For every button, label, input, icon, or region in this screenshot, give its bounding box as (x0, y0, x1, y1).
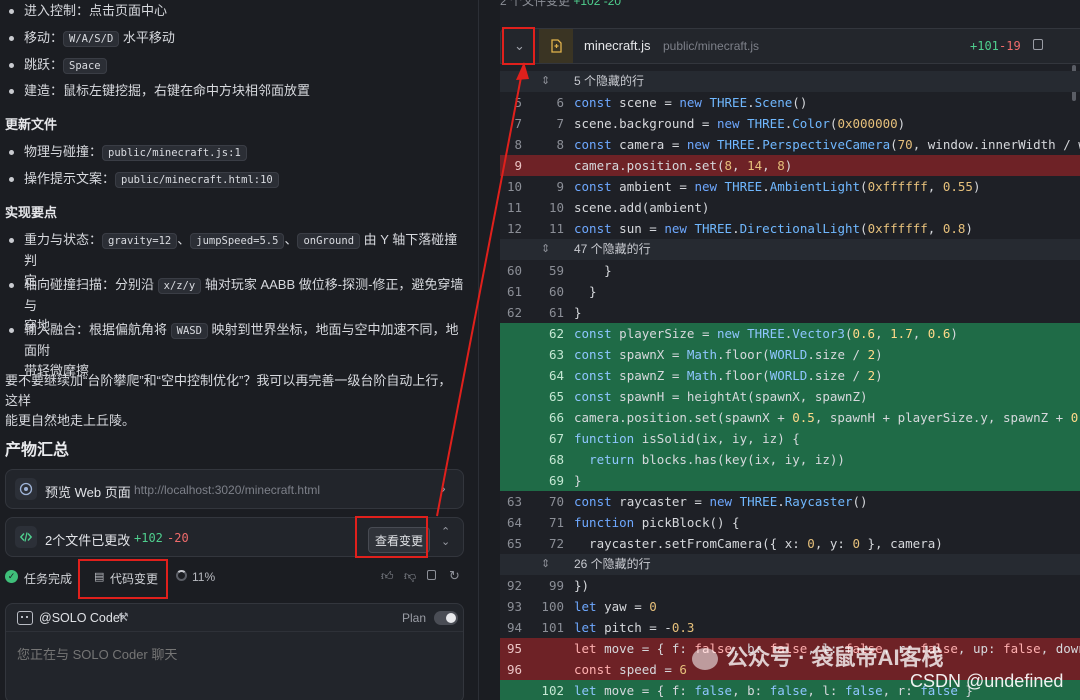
diff-line-added: 62 const playerSize = new THREE.Vector3(0… (500, 323, 1080, 344)
bullet-enter-control: 进入控制：点击页面中心 (8, 1, 167, 21)
diff-line: 60 59 } (506, 263, 612, 278)
copy-path-icon[interactable] (1033, 39, 1043, 50)
hidden-lines-row[interactable]: ⇕ 47 个隐藏的行 (500, 239, 1080, 260)
diff-line-added: 67 function isSolid(ix, iy, iz) { (500, 428, 1080, 449)
diff-line: 12 11 const sun = new THREE.DirectionalLig… (506, 221, 973, 236)
heading-implementation: 实现要点 (5, 205, 58, 220)
preview-label: 预览 Web 页面 (45, 485, 131, 500)
expand-icon[interactable]: ⇕ (541, 239, 550, 260)
diff-body: ⇕ 5 个隐藏的行 5 6 const scene = new THREE.Scene… (500, 71, 1080, 700)
diff-line-removed: 95 let move = { f: false, b: false, l: fa… (500, 638, 1080, 659)
added-count: +102 (134, 531, 163, 545)
file-tab[interactable] (539, 29, 573, 63)
diff-line-removed: 9 camera.position.set(8, 14, 8) (500, 155, 1080, 176)
diff-line: 61 60 } (506, 284, 597, 299)
preview-card[interactable]: 预览 Web 页面 http://localhost:3020/minecraf… (5, 469, 464, 509)
diff-line: 93 100 let yaw = 0 (506, 599, 657, 614)
diff-line-added: 68 return blocks.has(key(ix, iy, iz)) (500, 449, 1080, 470)
panel-divider[interactable] (478, 0, 500, 700)
hidden-lines-row[interactable]: ⇕ 26 个隐藏的行 (500, 554, 1080, 575)
diff-summary: 2 个文件变更 +102 -20 (500, 0, 622, 8)
diff-panel: 2 个文件变更 +102 -20 ⌄ minecraft.js public/m… (500, 0, 1080, 700)
status-row: ✓ 任务完成 ▤ 代码变更 11% 👍︎ 👎︎ ↻ (5, 566, 464, 588)
heading-update-files: 更新文件 (5, 117, 58, 132)
file-path: public/minecraft.js (663, 39, 760, 53)
chat-panel: 进入控制：点击页面中心 移动： W/A/S/D 水平移动 跳跃： Space 建造：… (0, 0, 478, 700)
check-icon: ✓ (5, 570, 18, 583)
diff-line: 94 101 let pitch = -0.3 (506, 620, 695, 635)
file-link[interactable]: public/minecraft.js:1 (102, 145, 247, 161)
chat-composer: @SOLO Coder ⚒ Plan (5, 603, 464, 700)
diff-line: 7 7 scene.background = new THREE.Color(0x0… (514, 116, 906, 131)
inline-code: Space (63, 58, 107, 74)
diff-line: 8 8 const camera = new THREE.PerspectiveCa… (514, 137, 1080, 152)
thumbs-up-icon[interactable]: 👍︎ (381, 569, 394, 584)
bullet-build: 建造：鼠标左键挖掘，右键在命中方块相邻面放置 (8, 81, 310, 101)
progress-percent: 11% (192, 570, 216, 584)
progress-spinner-icon (176, 570, 187, 581)
composer-header: @SOLO Coder ⚒ Plan (6, 604, 463, 632)
copy-icon[interactable] (427, 570, 436, 580)
diff-line-added: 65 const spawnH = heightAt(spawnX, spawnZ… (500, 386, 1080, 407)
chat-input[interactable] (17, 644, 447, 664)
annotation-box-code-changes (78, 559, 168, 599)
diff-line-added: 63 const spawnX = Math.floor(WORLD.size /… (500, 344, 1080, 365)
bullet-hint-file: 操作提示文案： public/minecraft.html:10 (9, 169, 279, 190)
chevron-right-icon: › (441, 480, 446, 496)
preview-url[interactable]: http://localhost:3020/minecraft.html (134, 483, 320, 497)
robot-icon (17, 611, 33, 625)
annotation-box-collapse (502, 27, 535, 65)
file-header: ⌄ minecraft.js public/minecraft.js +101 … (500, 28, 1080, 101)
diff-line-added: 69} (500, 470, 1080, 491)
removed-count: -20 (167, 531, 189, 545)
globe-icon (15, 478, 37, 500)
task-done-label: 任务完成 (24, 572, 73, 586)
bullet-jump: 跳跃： Space (9, 55, 107, 76)
diff-line: 62 61} (506, 305, 582, 320)
diff-line: 92 99}) (506, 578, 590, 593)
bullet-physics-file: 物理与碰撞： public/minecraft.js:1 (9, 142, 247, 163)
expand-icon[interactable]: ⇕ (541, 71, 550, 92)
file-link[interactable]: public/minecraft.html:10 (115, 172, 279, 188)
followup-question: 要不要继续加“台阶攀爬”和“空中控制优化”？我可以再完善一级台阶自动上行，这样能… (5, 373, 452, 428)
diff-line: 64 71 function pickBlock() { (506, 515, 740, 530)
changes-label: 2个文件已更改 (45, 533, 131, 548)
diff-line: 10 9 const ambient = new THREE.AmbientLigh… (506, 179, 981, 194)
thumbs-down-icon[interactable]: 👎︎ (404, 569, 416, 584)
diff-line-added: 102 let move = { f: false, b: false, l: f… (500, 680, 1080, 700)
inline-code: W/A/S/D (63, 31, 120, 47)
diff-line-added: 66 camera.position.set(spawnX + 0.5, spaw… (500, 407, 1080, 428)
expand-collapse-icon[interactable]: ⌃ ⌄ (441, 527, 450, 548)
diff-line-removed: 96 const speed = 6 (500, 659, 1080, 680)
diff-line: 11 10 scene.add(ambient) (506, 200, 710, 215)
file-icon (550, 39, 562, 53)
expand-icon[interactable]: ⇕ (541, 554, 550, 575)
hidden-lines-row[interactable]: ⇕ 5 个隐藏的行 (500, 71, 1080, 92)
file-added-count: +101 (970, 39, 999, 53)
bullet-move: 移动： W/A/S/D 水平移动 (9, 28, 175, 49)
diff-line: 63 70 const raycaster = new THREE.Raycaste… (506, 494, 868, 509)
code-icon (15, 526, 37, 548)
artifacts-title: 产物汇总 (5, 442, 70, 459)
refresh-icon[interactable]: ↻ (449, 568, 460, 584)
agent-name[interactable]: @SOLO Coder (39, 611, 124, 625)
tools-icon[interactable]: ⚒ (118, 610, 129, 624)
diff-line: 5 6 const scene = new THREE.Scene() (514, 95, 808, 110)
diff-line: 65 72 raycaster.setFromCamera({ x: 0, y: … (506, 536, 943, 551)
plan-toggle[interactable] (434, 611, 458, 625)
diff-line-added: 64 const spawnZ = Math.floor(WORLD.size /… (500, 365, 1080, 386)
plan-label: Plan (402, 611, 427, 625)
file-removed-count: -19 (999, 39, 1021, 53)
annotation-box-view-changes (355, 516, 428, 558)
file-name: minecraft.js (584, 38, 651, 53)
